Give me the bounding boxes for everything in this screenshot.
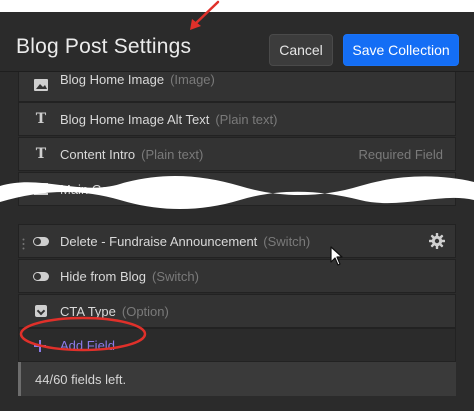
field-type: (Switch) (151, 268, 199, 284)
field-row-delete-fundraise-announcement[interactable]: Delete - Fundraise Announcement (Switch) (18, 224, 456, 258)
option-icon (33, 304, 49, 318)
add-field-label: Add Field (60, 338, 115, 353)
image-icon (33, 78, 49, 92)
save-collection-button[interactable]: Save Collection (343, 34, 459, 66)
drag-handle-icon[interactable] (22, 237, 25, 250)
field-type: (Option) (121, 303, 169, 319)
field-name: Content Intro (Plain text) (60, 146, 204, 162)
switch-icon (33, 269, 49, 283)
field-name: Hide from Blog (Switch) (60, 268, 199, 284)
field-name: Delete - Fundraise Announcement (Switch) (60, 233, 311, 249)
field-row-blog-home-image-alt-text[interactable]: T Blog Home Image Alt Text (Plain text) (18, 102, 456, 136)
add-field-button[interactable]: Add Field (18, 328, 456, 362)
fields-left-banner: 44/60 fields left. (18, 362, 456, 396)
switch-icon (33, 234, 49, 248)
field-row-blog-home-image[interactable]: Blog Home Image (Image) (18, 68, 456, 102)
text-icon: T (35, 111, 47, 127)
field-type: (Image) (170, 72, 215, 87)
fields-left-text: 44/60 fields left. (35, 372, 127, 387)
gear-icon[interactable] (429, 233, 445, 249)
field-type: (Switch) (263, 233, 311, 249)
field-type: (Plain text) (215, 111, 278, 127)
required-field-label: Required Field (358, 146, 443, 162)
field-row-cta-type[interactable]: CTA Type (Option) (18, 294, 456, 328)
plus-icon (34, 336, 46, 352)
text-icon: T (35, 146, 47, 162)
mouse-cursor-icon (330, 246, 343, 266)
field-name: CTA Type (Option) (60, 303, 169, 319)
field-type: (Plain text) (141, 146, 204, 162)
panel-header: Blog Post Settings Cancel Save Collectio… (0, 12, 474, 72)
screenshot-break (0, 175, 474, 209)
field-name: Blog Home Image (Image) (60, 72, 215, 87)
page-title: Blog Post Settings (16, 35, 192, 58)
field-name: Blog Home Image Alt Text (Plain text) (60, 111, 278, 127)
cancel-button[interactable]: Cancel (269, 34, 333, 66)
field-row-hide-from-blog[interactable]: Hide from Blog (Switch) (18, 259, 456, 293)
